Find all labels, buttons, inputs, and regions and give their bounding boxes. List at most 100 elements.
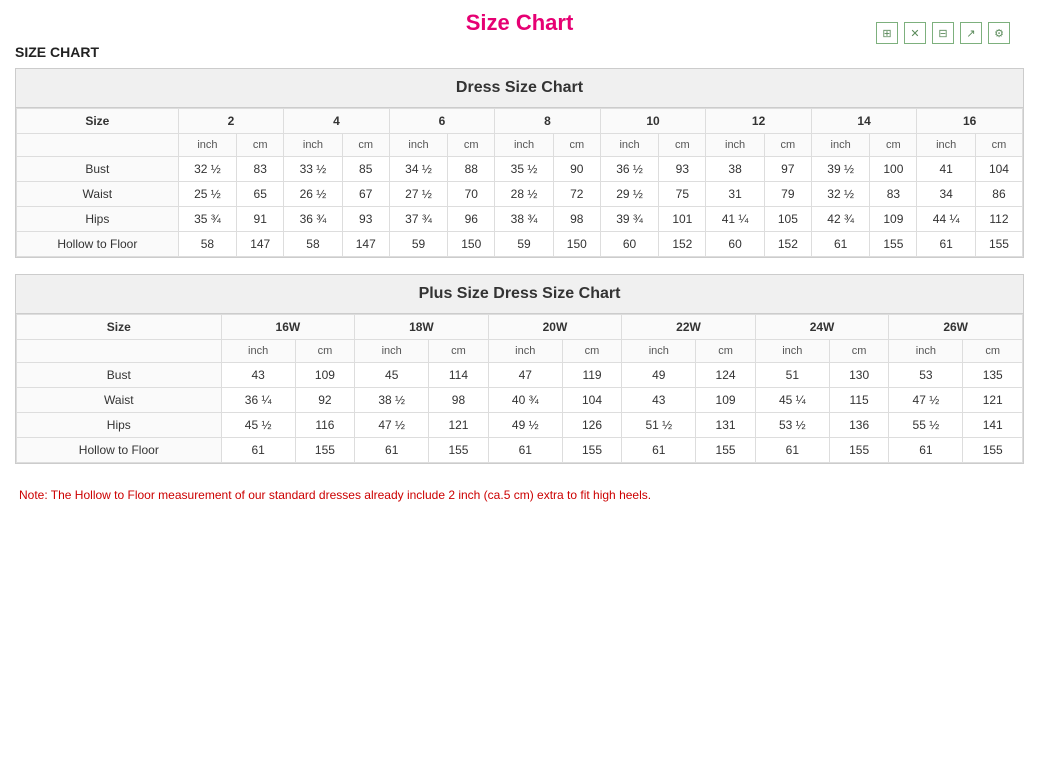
toolbar-icons: ⊞ ✕ ⊟ ↗ ⚙ [876, 22, 1010, 44]
dress-size-6: 6 [389, 109, 495, 134]
cell-inch: 45 ¼ [755, 388, 829, 413]
cell-cm: 135 [963, 363, 1023, 388]
cell-cm: 114 [429, 363, 488, 388]
plus-chart-table: Size 16W 18W 20W 22W 24W 26W inchcm inch… [16, 314, 1023, 463]
cell-inch: 60 [600, 232, 659, 257]
cell-inch: 61 [811, 232, 870, 257]
cell-cm: 70 [448, 182, 495, 207]
plus-size-24w: 24W [755, 315, 889, 340]
cell-inch: 61 [355, 438, 429, 463]
cell-cm: 85 [342, 157, 389, 182]
cell-cm: 136 [829, 413, 888, 438]
cell-cm: 109 [696, 388, 755, 413]
cell-cm: 75 [659, 182, 706, 207]
cell-inch: 36 ¾ [284, 207, 343, 232]
table-row: Waist25 ½6526 ½6727 ½7028 ½7229 ½7531793… [17, 182, 1023, 207]
cell-cm: 97 [764, 157, 811, 182]
cell-cm: 104 [975, 157, 1022, 182]
cell-cm: 98 [429, 388, 488, 413]
cell-cm: 124 [696, 363, 755, 388]
cell-inch: 37 ¾ [389, 207, 448, 232]
cell-cm: 65 [237, 182, 284, 207]
row-label: Hips [17, 207, 179, 232]
table-row: Waist36 ¼9238 ½9840 ¾1044310945 ¼11547 ½… [17, 388, 1023, 413]
cell-inch: 60 [706, 232, 765, 257]
cell-inch: 44 ¼ [917, 207, 976, 232]
cell-inch: 39 ¾ [600, 207, 659, 232]
cell-cm: 155 [562, 438, 621, 463]
toolbar-icon-grid[interactable]: ⊞ [876, 22, 898, 44]
toolbar-icon-share[interactable]: ↗ [960, 22, 982, 44]
cell-cm: 93 [342, 207, 389, 232]
plus-chart-container: Plus Size Dress Size Chart Size 16W 18W … [15, 274, 1024, 464]
plus-unit-row: inchcm inchcm inchcm inchcm inchcm inchc… [17, 340, 1023, 363]
row-label: Hollow to Floor [17, 232, 179, 257]
plus-size-18w: 18W [355, 315, 489, 340]
plus-size-22w: 22W [622, 315, 756, 340]
cell-inch: 35 ¾ [178, 207, 237, 232]
cell-cm: 147 [237, 232, 284, 257]
dress-chart-title: Dress Size Chart [16, 69, 1023, 108]
cell-cm: 119 [562, 363, 621, 388]
toolbar-icon-minimize[interactable]: ⊟ [932, 22, 954, 44]
cell-inch: 31 [706, 182, 765, 207]
cell-cm: 141 [963, 413, 1023, 438]
cell-inch: 40 ¾ [488, 388, 562, 413]
dress-size-8: 8 [495, 109, 601, 134]
cell-inch: 43 [622, 388, 696, 413]
cell-inch: 36 ½ [600, 157, 659, 182]
cell-cm: 93 [659, 157, 706, 182]
cell-inch: 27 ½ [389, 182, 448, 207]
cell-inch: 32 ½ [811, 182, 870, 207]
cell-cm: 79 [764, 182, 811, 207]
dress-size-label: Size [17, 109, 179, 134]
cell-inch: 49 ½ [488, 413, 562, 438]
row-label: Bust [17, 157, 179, 182]
cell-inch: 26 ½ [284, 182, 343, 207]
cell-cm: 155 [295, 438, 354, 463]
cell-cm: 72 [553, 182, 600, 207]
cell-inch: 25 ½ [178, 182, 237, 207]
table-row: Bust431094511447119491245113053135 [17, 363, 1023, 388]
toolbar-icon-settings[interactable]: ⚙ [988, 22, 1010, 44]
cell-cm: 112 [975, 207, 1022, 232]
cell-cm: 155 [429, 438, 488, 463]
cell-cm: 100 [870, 157, 917, 182]
cell-inch: 61 [221, 438, 295, 463]
plus-size-20w: 20W [488, 315, 622, 340]
cell-cm: 155 [696, 438, 755, 463]
dress-chart-body: Bust32 ½8333 ½8534 ½8835 ½9036 ½93389739… [17, 157, 1023, 257]
cell-inch: 32 ½ [178, 157, 237, 182]
cell-cm: 150 [553, 232, 600, 257]
cell-inch: 38 ¾ [495, 207, 554, 232]
cell-cm: 121 [963, 388, 1023, 413]
table-row: Hollow to Floor6115561155611556115561155… [17, 438, 1023, 463]
toolbar-icon-close[interactable]: ✕ [904, 22, 926, 44]
cell-inch: 61 [622, 438, 696, 463]
cell-cm: 109 [295, 363, 354, 388]
section-title: SIZE CHART [15, 44, 1024, 60]
cell-cm: 96 [448, 207, 495, 232]
dress-chart-container: Dress Size Chart Size 2 4 6 8 10 12 14 1… [15, 68, 1024, 258]
dress-size-4: 4 [284, 109, 390, 134]
row-label: Waist [17, 182, 179, 207]
cell-inch: 38 ½ [355, 388, 429, 413]
cell-cm: 83 [237, 157, 284, 182]
cell-inch: 51 [755, 363, 829, 388]
cell-cm: 130 [829, 363, 888, 388]
page-title: Size Chart [15, 10, 1024, 36]
cell-inch: 59 [389, 232, 448, 257]
cell-cm: 104 [562, 388, 621, 413]
row-label: Waist [17, 388, 222, 413]
cell-inch: 47 ½ [355, 413, 429, 438]
cell-cm: 109 [870, 207, 917, 232]
table-row: Hips45 ½11647 ½12149 ½12651 ½13153 ½1365… [17, 413, 1023, 438]
dress-chart-table: Size 2 4 6 8 10 12 14 16 inchcm inchcm i… [16, 108, 1023, 257]
cell-inch: 51 ½ [622, 413, 696, 438]
cell-cm: 115 [829, 388, 888, 413]
table-row: Bust32 ½8333 ½8534 ½8835 ½9036 ½93389739… [17, 157, 1023, 182]
cell-inch: 58 [284, 232, 343, 257]
plus-chart-body: Bust431094511447119491245113053135Waist3… [17, 363, 1023, 463]
row-label: Bust [17, 363, 222, 388]
plus-size-26w: 26W [889, 315, 1023, 340]
